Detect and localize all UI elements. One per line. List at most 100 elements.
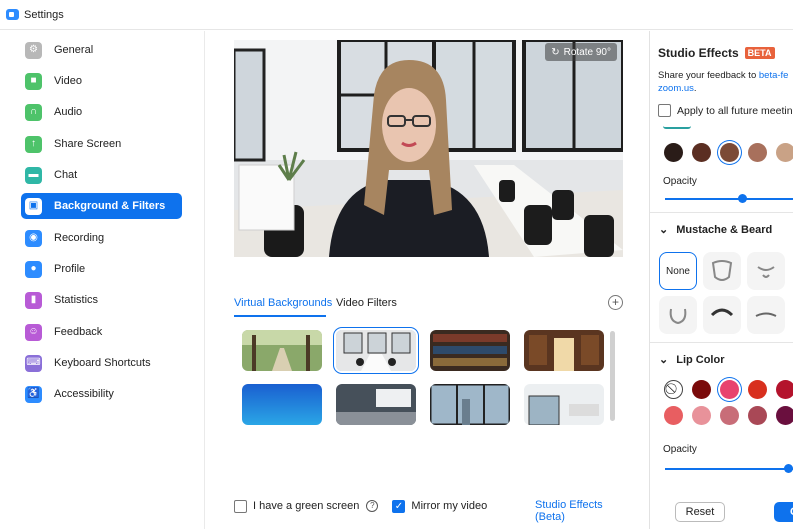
mirror-video-label: Mirror my video (411, 500, 488, 512)
handlebar-mustache-tile[interactable] (703, 296, 741, 334)
chevron-down-icon: ⌄ (659, 354, 669, 366)
background-thumbnail[interactable] (524, 330, 604, 371)
lip-color-swatch[interactable] (692, 380, 711, 399)
city-office-window-image (430, 384, 510, 425)
sidebar-item-share-screen[interactable]: ↑ Share Screen (21, 131, 182, 157)
sidebar-item-label: Audio (54, 106, 83, 118)
mirror-video-checkbox[interactable]: ✓ (392, 499, 406, 513)
eyebrow-color-swatch[interactable] (776, 143, 793, 162)
sidebar-item-label: Feedback (54, 326, 103, 338)
chin-beard-style-tile[interactable] (659, 296, 697, 334)
background-thumbnail[interactable] (336, 384, 416, 425)
rotate-label: Rotate 90° (563, 46, 611, 58)
apply-future-meetings-checkbox[interactable] (658, 104, 671, 117)
selected-eyebrow-tile-edge (663, 126, 691, 129)
profile-icon: ● (25, 260, 42, 278)
help-icon[interactable]: ? (366, 500, 379, 512)
meeting-room-screen-image (336, 384, 416, 425)
green-screen-checkbox[interactable] (234, 499, 247, 513)
background-thumbnail-selected[interactable] (336, 330, 416, 371)
mustache-section-header[interactable]: ⌄ Mustache & Beard (659, 223, 772, 237)
sidebar-item-feedback[interactable]: ☺ Feedback (21, 319, 182, 345)
mustache-none-tile[interactable]: None (659, 252, 697, 290)
eyebrow-opacity-knob[interactable] (738, 194, 748, 203)
accessibility-icon: ♿ (25, 385, 42, 403)
sidebar-item-recording[interactable]: ◉ Recording (21, 225, 182, 251)
feedback-note: Share your feedback to beta-fe zoom.us. (658, 69, 788, 95)
reset-button[interactable]: Reset (675, 502, 725, 522)
close-button[interactable]: C (774, 502, 793, 522)
title-bar: Settings (0, 0, 793, 30)
studio-effects-panel: Studio Effects BETA Share your feedback … (649, 31, 793, 529)
studio-effects-link[interactable]: Studio Effects (Beta) (535, 499, 634, 523)
mustache-icon (710, 308, 734, 317)
feedback-link[interactable]: beta-fe (759, 70, 789, 81)
camera-preview-image (234, 40, 623, 257)
lip-color-swatch[interactable] (720, 380, 739, 399)
sidebar-item-chat[interactable]: ▬ Chat (21, 162, 182, 188)
eyebrow-opacity-label: Opacity (663, 176, 697, 187)
background-thumbnail[interactable] (242, 384, 322, 425)
share-screen-icon: ↑ (25, 135, 42, 153)
rotate-button[interactable]: ↻ Rotate 90° (545, 43, 617, 61)
sidebar-item-label: Background & Filters (54, 200, 166, 212)
sidebar-item-label: Accessibility (54, 388, 114, 400)
add-background-button[interactable]: + (608, 295, 623, 310)
lip-color-swatch[interactable] (776, 406, 793, 425)
studio-effects-scroll-area: Opacity ⌄ Mustache & Beard None ⌄ Lip Co… (650, 126, 793, 476)
eyebrow-color-swatch[interactable] (664, 143, 683, 162)
studio-effects-title: Studio Effects BETA (658, 46, 775, 60)
background-thumbnail[interactable] (242, 330, 322, 371)
beard-style-tile[interactable] (703, 252, 741, 290)
statistics-icon: ▮ (25, 291, 42, 309)
feedback-period: . (693, 83, 697, 94)
lip-color-swatch[interactable] (748, 406, 767, 425)
tab-virtual-backgrounds[interactable]: Virtual Backgrounds (234, 297, 332, 309)
library-hall-image (524, 330, 604, 371)
background-thumbnail[interactable] (430, 384, 510, 425)
lip-color-swatch[interactable] (692, 406, 711, 425)
sidebar-item-keyboard-shortcuts[interactable]: ⌨ Keyboard Shortcuts (21, 350, 182, 376)
lip-opacity-label: Opacity (663, 444, 697, 455)
lip-color-section-header[interactable]: ⌄ Lip Color (659, 353, 725, 367)
sidebar-item-label: Recording (54, 232, 105, 244)
lip-opacity-knob[interactable] (783, 464, 793, 473)
video-camera-icon: ■ (25, 72, 42, 90)
sidebar-item-audio[interactable]: ∩ Audio (21, 99, 182, 125)
background-grid-scrollbar[interactable] (610, 331, 615, 421)
sidebar-item-video[interactable]: ■ Video (21, 68, 182, 94)
divider (650, 342, 793, 343)
eyebrow-color-swatch[interactable] (692, 143, 711, 162)
sidebar-item-general[interactable]: ⚙ General (21, 37, 182, 63)
no-lip-color-icon[interactable]: ⃠ (664, 380, 683, 399)
sidebar-item-label: General (54, 44, 94, 56)
options-footer: I have a green screen ? ✓ Mirror my vide… (234, 497, 634, 523)
eyebrow-color-swatch[interactable] (720, 143, 739, 162)
lip-color-swatch[interactable] (748, 380, 767, 399)
thin-mustache-tile[interactable] (747, 296, 785, 334)
eyebrow-color-swatch[interactable] (748, 143, 767, 162)
sidebar-item-profile[interactable]: ● Profile (21, 256, 182, 282)
tab-video-filters[interactable]: Video Filters (336, 297, 397, 309)
sidebar-item-label: Keyboard Shortcuts (54, 357, 151, 369)
beta-badge: BETA (744, 47, 775, 59)
feedback-link-domain[interactable]: zoom.us (658, 83, 694, 94)
background-thumbnail[interactable] (524, 384, 604, 425)
background-thumbnail[interactable] (430, 330, 510, 371)
lip-opacity-slider[interactable] (665, 468, 793, 470)
headphones-icon: ∩ (25, 103, 42, 121)
goatee-icon (757, 266, 775, 278)
lip-color-swatch[interactable] (776, 380, 793, 399)
lip-color-swatch[interactable] (664, 406, 683, 425)
sidebar-item-label: Video (54, 75, 82, 87)
sidebar-item-background-filters[interactable]: ▣ Background & Filters (21, 193, 182, 219)
eyebrow-opacity-slider[interactable] (665, 198, 793, 200)
sidebar-item-statistics[interactable]: ▮ Statistics (21, 287, 182, 313)
chat-bubble-icon: ▬ (25, 166, 42, 184)
sidebar-item-accessibility[interactable]: ♿ Accessibility (21, 381, 182, 407)
studio-effects-title-text: Studio Effects (658, 46, 739, 60)
goatee-style-tile[interactable] (747, 252, 785, 290)
bookshelf-image (430, 330, 510, 371)
lip-color-swatch[interactable] (720, 406, 739, 425)
chin-beard-icon (669, 308, 687, 325)
